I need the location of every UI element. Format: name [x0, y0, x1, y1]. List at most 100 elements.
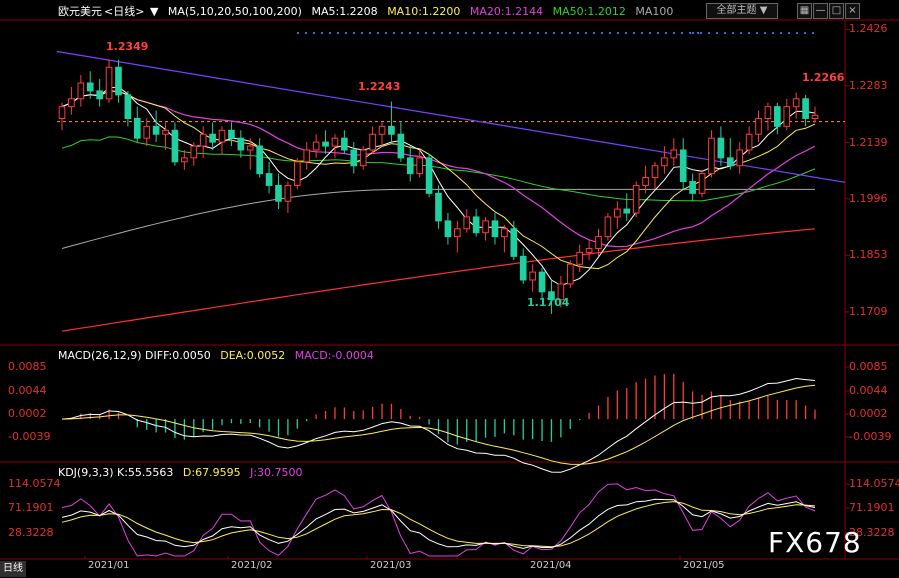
- candle-body: [284, 184, 292, 202]
- event-marker: [569, 32, 571, 34]
- event-marker: [780, 32, 782, 34]
- axis-tick-label: 0.0044: [849, 384, 888, 397]
- event-marker: [665, 32, 667, 34]
- axis-tick-label: 0.0085: [849, 360, 888, 373]
- event-marker: [812, 32, 814, 34]
- event-marker: [700, 32, 702, 34]
- candle-body: [96, 90, 103, 100]
- ma20-value: MA20:1.2144: [469, 5, 544, 18]
- candle-body: [698, 173, 706, 194]
- candle-body: [275, 184, 282, 202]
- candle-body: [68, 98, 75, 108]
- candle-body: [632, 184, 640, 214]
- candle-body: [115, 66, 122, 96]
- event-marker: [553, 32, 555, 34]
- event-marker: [529, 32, 531, 34]
- axis-tick-label: 71.1901: [8, 501, 54, 514]
- grid-icon[interactable]: ▦: [797, 3, 812, 19]
- event-marker: [681, 32, 683, 34]
- event-marker: [756, 32, 758, 34]
- close-icon[interactable]: ×: [845, 3, 860, 19]
- event-marker: [649, 32, 651, 34]
- axis-tick-label: 0.0002: [8, 407, 47, 420]
- candle-body: [811, 114, 819, 119]
- axis-tick-label: 1.1996: [849, 191, 888, 205]
- candle-body: [228, 129, 235, 139]
- candle-body: [670, 149, 678, 159]
- axis-tick-label: 114.0574: [8, 477, 61, 490]
- event-marker: [297, 32, 299, 34]
- candle-body: [802, 98, 809, 119]
- date-tick-label: 2021/04: [530, 560, 572, 571]
- high-annotation-2: 1.2243: [358, 80, 401, 93]
- candle-body: [350, 149, 358, 167]
- candle-body: [312, 141, 320, 151]
- candle-body: [293, 161, 301, 186]
- candle-body: [444, 220, 452, 238]
- period-selector[interactable]: <日线>: [104, 5, 144, 18]
- event-marker: [641, 32, 643, 34]
- candle-body: [529, 271, 536, 281]
- candle-body: [181, 157, 188, 163]
- event-marker: [804, 32, 806, 34]
- candle-body: [58, 106, 66, 119]
- minus-icon[interactable]: —: [813, 3, 828, 19]
- date-tick-label: 2021/03: [370, 560, 412, 571]
- candle-body: [736, 149, 744, 167]
- candle-body: [538, 271, 546, 293]
- axis-tick-label: 1.1709: [849, 304, 888, 318]
- axis-tick-label: 114.0574: [849, 477, 899, 490]
- candle-body: [190, 145, 198, 159]
- candle-body: [623, 208, 631, 214]
- event-marker: [764, 32, 766, 34]
- macd-spec: MACD(26,12,9): [58, 349, 142, 362]
- candle-body: [717, 137, 725, 159]
- axis-tick-label: -0.0039: [849, 430, 892, 443]
- candle-body: [77, 82, 85, 100]
- event-marker: [313, 32, 315, 34]
- axis-tick-label: 1.2426: [849, 22, 888, 36]
- axis-tick-label: 0.0085: [8, 360, 47, 373]
- event-marker: [692, 32, 694, 34]
- candle-body: [152, 125, 160, 135]
- event-marker: [625, 32, 627, 34]
- event-marker: [353, 32, 355, 34]
- macd-header: MACD(26,12,9) DIFF:0.0050 DEA:0.0052 MAC…: [58, 349, 374, 362]
- candle-body: [397, 133, 405, 159]
- maximize-icon[interactable]: □: [829, 3, 844, 19]
- candle-body: [501, 228, 508, 238]
- event-marker: [601, 32, 603, 34]
- date-tick-label: 2021/05: [683, 560, 725, 571]
- event-marker: [593, 32, 595, 34]
- candle-body: [689, 181, 696, 194]
- candle-body: [105, 66, 113, 100]
- event-marker: [633, 32, 635, 34]
- axis-tick-label: 71.1901: [849, 501, 895, 514]
- candle-body: [406, 157, 414, 175]
- event-marker: [465, 32, 467, 34]
- all-indicators-button[interactable]: 全部主题 ▼: [706, 3, 778, 19]
- chart-canvas: [0, 0, 899, 578]
- candle-body: [359, 149, 367, 167]
- event-marker: [732, 32, 734, 34]
- kdj-j: J:30.7500: [250, 466, 303, 479]
- candle-body: [388, 125, 395, 135]
- event-marker: [505, 32, 507, 34]
- ma5-value: MA5:1.2208: [311, 5, 378, 18]
- event-marker: [473, 32, 475, 34]
- date-tick-label: 2021/01: [88, 560, 130, 571]
- axis-tick-label: -0.0039: [8, 430, 51, 443]
- event-marker: [377, 32, 379, 34]
- event-marker: [385, 32, 387, 34]
- period-dropdown-icon[interactable]: ▼: [150, 5, 158, 18]
- ma10-value: MA10:1.2200: [387, 5, 461, 18]
- ma-spec: MA(5,10,20,50,100,200): [167, 5, 302, 18]
- candle-body: [86, 82, 94, 92]
- event-marker: [708, 32, 710, 34]
- event-marker: [497, 32, 499, 34]
- candle-body: [745, 133, 753, 151]
- event-marker: [433, 32, 435, 34]
- event-marker: [609, 32, 611, 34]
- low-annotation: 1.1704: [527, 296, 570, 309]
- axis-tick-label: 0.0002: [849, 407, 888, 420]
